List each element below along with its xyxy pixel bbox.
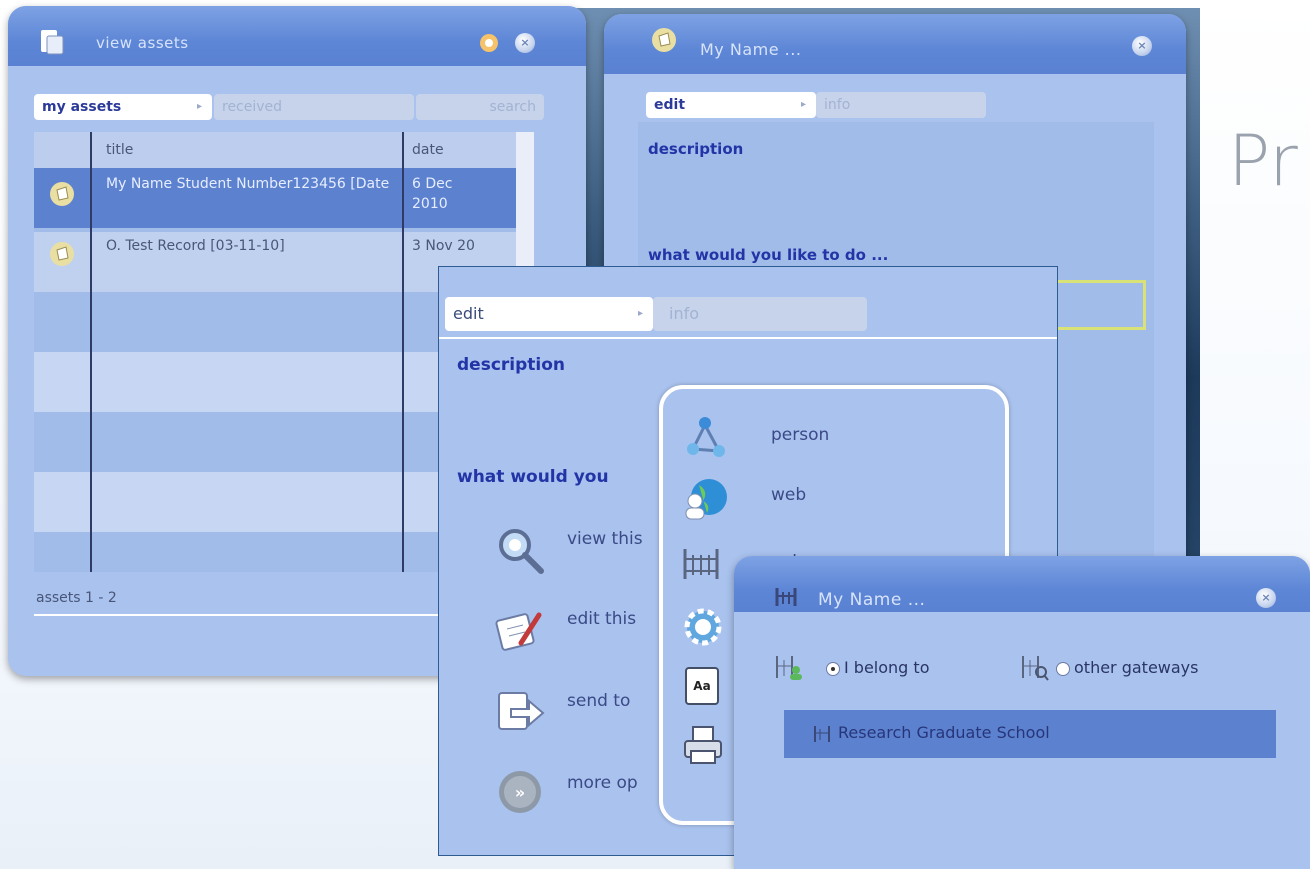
tab-arrow-icon: ▸ <box>800 99 806 110</box>
my-name-titlebar[interactable] <box>604 14 1186 74</box>
row-title[interactable]: O. Test Record [03-11-10] <box>106 236 376 256</box>
gateway-user-icon <box>774 654 804 682</box>
edit-document-icon <box>493 603 547 657</box>
record-icon <box>48 180 76 208</box>
record-app-icon <box>650 26 678 54</box>
gateway-title: My Name ... <box>818 590 926 610</box>
edit-this-label: edit this <box>567 609 637 629</box>
web-globe-icon <box>681 475 729 523</box>
tab-edit[interactable]: edit ▸ <box>646 92 816 118</box>
popup-item-settings[interactable] <box>677 601 737 653</box>
gateway-item-label: Research Graduate School <box>838 723 1050 742</box>
printer-icon <box>681 723 725 767</box>
settings-icon[interactable] <box>478 32 500 54</box>
tab-edit[interactable]: edit ▸ <box>445 297 653 331</box>
other-gateways-option[interactable]: other gateways <box>1020 652 1290 686</box>
tab-info[interactable]: info <box>653 297 867 331</box>
svg-text:»: » <box>515 783 525 802</box>
web-label: web <box>771 485 807 505</box>
tab-search[interactable]: search <box>416 94 544 120</box>
font-icon: Aa <box>685 667 719 705</box>
gateway-item-icon <box>812 724 832 744</box>
tab-underline <box>439 337 1057 339</box>
action-question: what would you like to do ... <box>648 246 889 264</box>
action-question: what would you <box>457 467 609 487</box>
send-to-label: send to <box>567 691 631 711</box>
person-network-icon <box>681 413 729 461</box>
gateway-icon <box>681 545 721 585</box>
more-options-icon: » <box>497 769 543 815</box>
gateway-search-icon <box>1020 654 1050 682</box>
gateway-title-icon <box>774 586 798 608</box>
tab-arrow-icon: ▸ <box>196 101 202 112</box>
close-icon[interactable]: × <box>1256 588 1276 608</box>
my-name-title: My Name ... <box>700 40 802 59</box>
gateway-window: My Name ... × I belong to other gateways… <box>734 556 1310 869</box>
tab-received[interactable]: received <box>214 94 414 120</box>
popup-item-person[interactable]: person <box>677 411 977 463</box>
row-date: 6 Dec 2010 <box>412 176 453 212</box>
more-options-label: more op <box>567 773 638 793</box>
view-assets-title: view assets <box>96 34 189 52</box>
belong-to-label: I belong to <box>844 658 930 677</box>
column-header-title[interactable]: title <box>106 140 133 160</box>
popup-item-print[interactable] <box>677 721 737 773</box>
column-header-date[interactable]: date <box>412 140 444 160</box>
other-gateways-radio[interactable] <box>1056 662 1070 676</box>
slide-title-fragment: Pr <box>1228 120 1298 202</box>
person-label: person <box>771 425 830 445</box>
description-heading: description <box>457 355 566 375</box>
popup-item-web[interactable]: web <box>677 473 977 525</box>
other-gateways-label: other gateways <box>1074 658 1199 677</box>
assets-count: assets 1 - 2 <box>36 590 117 606</box>
tab-info[interactable]: info <box>816 92 986 118</box>
description-heading: description <box>648 140 744 158</box>
settings-gear-icon <box>681 605 725 649</box>
tab-my-assets[interactable]: my assets ▸ <box>34 94 212 120</box>
gateway-list-item[interactable]: Research Graduate School <box>784 710 1276 758</box>
assets-app-icon <box>38 28 66 56</box>
popup-item-font[interactable]: Aa <box>677 661 737 713</box>
close-icon[interactable]: × <box>1132 36 1152 56</box>
send-document-icon <box>493 685 547 739</box>
tab-arrow-icon: ▸ <box>637 308 643 319</box>
magnifier-icon <box>493 523 547 577</box>
row-title[interactable]: My Name Student Number123456 [Date <box>106 174 396 194</box>
close-icon[interactable]: × <box>515 33 535 53</box>
belong-to-option[interactable]: I belong to <box>774 652 994 686</box>
belong-to-radio[interactable] <box>826 662 840 676</box>
record-icon <box>48 240 76 268</box>
view-this-label: view this <box>567 529 643 549</box>
row-date: 3 Nov 20 <box>412 238 475 254</box>
